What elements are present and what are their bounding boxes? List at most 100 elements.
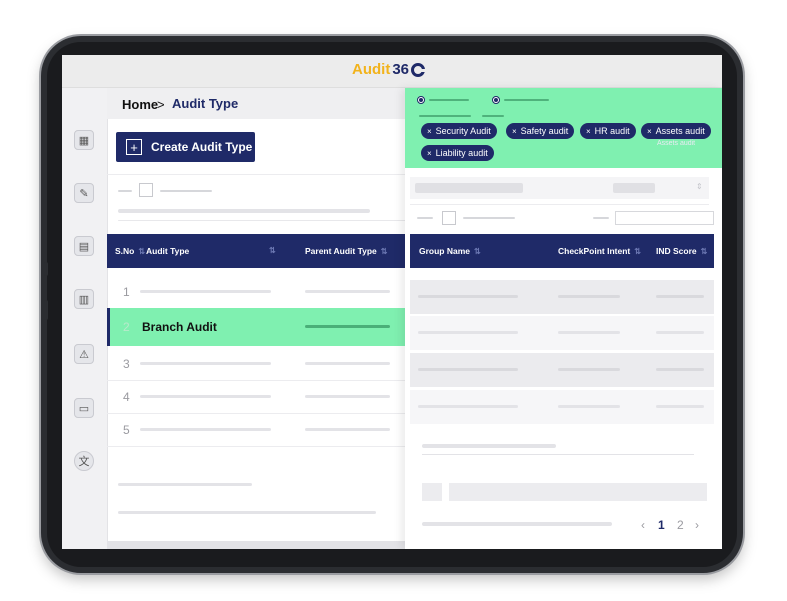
sort-icon[interactable]: ⇅ (269, 246, 276, 255)
divider (410, 204, 709, 205)
placeholder-line (656, 368, 704, 371)
placeholder-line (305, 290, 390, 293)
column-parent-audit-type[interactable]: Parent Audit Type ⇅ (305, 234, 388, 268)
table-row[interactable]: 5 (107, 414, 407, 447)
app-screen: Audit 36 ▦ ✎ ▤ ▥ ⚠ ▭ 文 Home > Audit Type… (62, 55, 722, 549)
tablet-side-button (44, 300, 48, 320)
filter-chip-security-audit[interactable]: × Security Audit (421, 123, 497, 139)
placeholder-line (613, 183, 655, 193)
warning-document-icon[interactable]: ⚠ (74, 344, 94, 364)
placeholder-line (656, 295, 704, 298)
row-number: 3 (123, 357, 130, 371)
table-row[interactable] (410, 280, 714, 314)
column-audit-type[interactable]: Audit Type (146, 234, 189, 268)
select-all-checkbox[interactable] (442, 211, 456, 225)
create-audit-type-button[interactable]: + Create Audit Type (116, 132, 255, 162)
divider (118, 220, 407, 221)
placeholder-line (418, 368, 518, 371)
placeholder-line (418, 295, 518, 298)
table-row[interactable] (410, 316, 714, 350)
placeholder-line (558, 331, 620, 334)
placeholder-line (118, 483, 252, 486)
dashboard-icon[interactable]: ▦ (74, 130, 94, 150)
group-select-dropdown[interactable]: ⇕ (410, 177, 709, 199)
filter-chip-safety-audit[interactable]: × Safety audit (506, 123, 575, 139)
placeholder-box (449, 483, 707, 501)
page-2-button[interactable]: 2 (677, 518, 684, 532)
tablet-side-button (44, 262, 48, 276)
placeholder-box (422, 483, 442, 501)
close-icon: × (586, 126, 591, 136)
placeholder-line (140, 362, 271, 365)
audit-type-table-header: S.No ⇅ Audit Type ⇅ Parent Audit Type ⇅ (107, 234, 407, 268)
placeholder-line (429, 99, 469, 101)
placeholder-line (415, 183, 523, 193)
search-input[interactable] (615, 211, 714, 225)
page-1-button[interactable]: 1 (658, 518, 665, 532)
table-row[interactable] (410, 390, 714, 424)
placeholder-line (418, 331, 518, 334)
filter-chip-hr-audit[interactable]: × HR audit (580, 123, 636, 139)
placeholder-line (504, 99, 549, 101)
audit-type-name: Branch Audit (142, 320, 217, 334)
logo-number: 36 (392, 61, 410, 78)
filter-header: × Security Audit × Safety audit × HR audit … (405, 88, 722, 168)
placeholder-line (305, 395, 390, 398)
calculator-icon[interactable]: ▤ (74, 236, 94, 256)
placeholder-line (160, 190, 212, 192)
placeholder-line (656, 405, 704, 408)
logo-text: Audit (352, 61, 391, 78)
select-all-checkbox[interactable] (139, 183, 153, 197)
placeholder-line (305, 428, 390, 431)
selected-indicator (107, 308, 110, 346)
row-number: 1 (123, 285, 130, 299)
placeholder-line (118, 190, 132, 192)
column-sno[interactable]: S.No ⇅ (115, 234, 145, 268)
placeholder-line (417, 217, 433, 219)
placeholder-line (593, 217, 609, 219)
close-icon: × (647, 126, 652, 136)
placeholder-line (305, 325, 390, 328)
breadcrumb-home[interactable]: Home (122, 97, 158, 112)
divider (422, 454, 694, 455)
row-number: 4 (123, 390, 130, 404)
column-ind-score[interactable]: IND Score ⇅ (656, 234, 707, 268)
row-number: 2 (123, 320, 130, 334)
prev-page-button[interactable]: ‹ (641, 518, 645, 532)
table-row-selected[interactable]: 2 Branch Audit (107, 308, 407, 346)
next-page-button[interactable]: › (695, 518, 699, 532)
table-row[interactable]: 3 (107, 346, 407, 381)
app-header: Audit 36 (62, 55, 722, 88)
close-icon: × (427, 148, 432, 158)
row-number: 5 (123, 423, 130, 437)
placeholder-line (422, 522, 612, 526)
logo-gear-icon (411, 62, 426, 77)
placeholder-line (140, 428, 271, 431)
placeholder-line (140, 395, 271, 398)
column-checkpoint-intent[interactable]: CheckPoint Intent ⇅ (558, 234, 641, 268)
filter-chip-liability-audit[interactable]: × Liability audit (421, 145, 494, 161)
placeholder-line (418, 405, 518, 408)
devices-icon[interactable]: ▭ (74, 398, 94, 418)
placeholder-line (118, 511, 376, 514)
placeholder-line (140, 290, 271, 293)
presentation-icon[interactable]: ✎ (74, 183, 94, 203)
breadcrumb-separator: > (157, 97, 165, 112)
breadcrumb-current: Audit Type (172, 96, 239, 111)
radio-option-2[interactable] (492, 96, 500, 104)
sidebar: ▦ ✎ ▤ ▥ ⚠ ▭ 文 (62, 88, 108, 549)
translate-icon[interactable]: 文 (74, 451, 94, 471)
report-chart-icon[interactable]: ▥ (74, 289, 94, 309)
radio-option-1[interactable] (417, 96, 425, 104)
table-row[interactable] (410, 353, 714, 387)
placeholder-line (419, 115, 471, 117)
placeholder-line (482, 115, 504, 117)
ghost-chip-text: Assets audit (657, 140, 696, 147)
filter-chip-assets-audit[interactable]: × Assets audit (641, 123, 711, 139)
table-row[interactable]: 1 (107, 268, 407, 308)
table-row[interactable]: 4 (107, 381, 407, 414)
plus-icon: + (126, 139, 142, 155)
close-icon: × (427, 126, 432, 136)
column-group-name[interactable]: Group Name ⇅ (419, 234, 481, 268)
audit-type-table-body: 1 2 Branch Audit 3 4 5 (107, 268, 407, 530)
